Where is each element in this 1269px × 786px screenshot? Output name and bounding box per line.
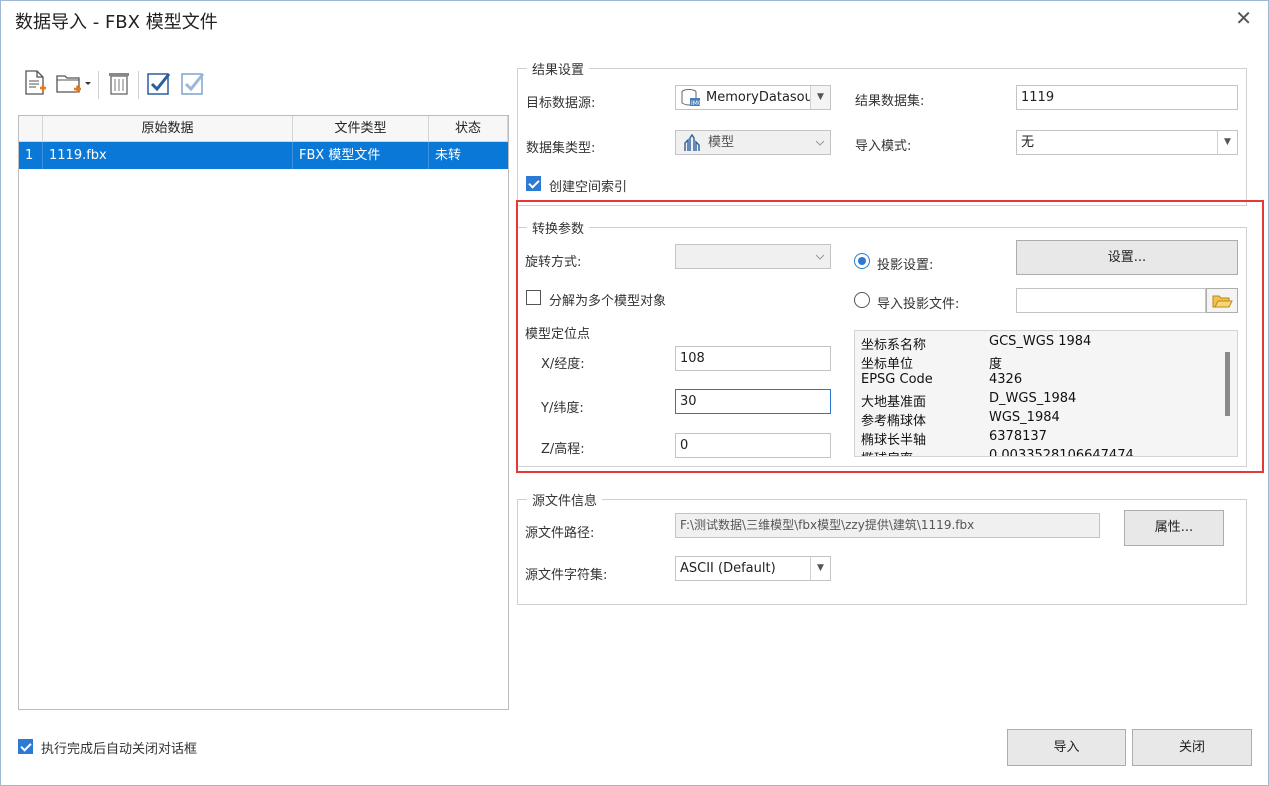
delete-icon[interactable]	[105, 69, 133, 97]
row-source: 1119.fbx	[43, 142, 293, 169]
close-icon[interactable]: ✕	[1235, 7, 1252, 29]
close-button[interactable]: 关闭	[1132, 729, 1252, 766]
model-icon	[683, 133, 701, 154]
invert-select-icon[interactable]	[179, 69, 207, 97]
table-row[interactable]: 1 1119.fbx FBX 模型文件 未转	[19, 142, 508, 169]
row-index: 1	[19, 142, 43, 169]
toolbar-separator	[138, 71, 139, 99]
import-dialog: 数据导入 - FBX 模型文件 ✕ 原始数据 文件类型 状态 1 1119.fb…	[0, 0, 1269, 786]
spatial-index-label[interactable]: 创建空间索引	[549, 176, 627, 195]
column-header-type[interactable]: 文件类型	[293, 116, 429, 142]
select-all-icon[interactable]	[145, 69, 173, 97]
result-dataset-input[interactable]: 1119	[1016, 85, 1238, 110]
import-button[interactable]: 导入	[1007, 729, 1126, 766]
charset-value: ASCII (Default)	[680, 561, 776, 576]
dataset-type-value: 模型	[708, 135, 735, 150]
add-file-icon[interactable]	[22, 69, 50, 97]
auto-close-label[interactable]: 执行完成后自动关闭对话框	[41, 738, 197, 757]
target-source-label: 目标数据源:	[526, 96, 596, 111]
datasource-icon: IMG	[681, 89, 703, 109]
charset-label: 源文件字符集:	[525, 568, 608, 583]
target-source-value: MemoryDatasou	[706, 90, 813, 105]
auto-close-checkbox[interactable]	[18, 739, 33, 754]
source-path-label: 源文件路径:	[525, 526, 595, 541]
spatial-index-checkbox[interactable]	[526, 176, 541, 191]
row-status: 未转	[435, 148, 462, 163]
chevron-down-icon[interactable]	[810, 131, 830, 154]
dataset-type-label: 数据集类型:	[526, 141, 596, 156]
result-dataset-label: 结果数据集:	[855, 94, 925, 109]
svg-text:IMG: IMG	[691, 100, 701, 107]
target-source-combo[interactable]: IMG MemoryDatasou ▼	[675, 85, 831, 110]
properties-button[interactable]: 属性...	[1124, 510, 1224, 546]
result-settings-title: 结果设置	[527, 59, 590, 78]
add-folder-icon[interactable]	[54, 69, 94, 97]
source-path-input[interactable]: F:\测试数据\三维模型\fbx模型\zzy提供\建筑\1119.fbx	[675, 513, 1100, 538]
column-header-index	[19, 116, 43, 142]
column-header-status[interactable]: 状态	[429, 116, 508, 142]
column-header-source[interactable]: 原始数据	[43, 116, 293, 142]
highlight-box	[516, 200, 1264, 473]
import-mode-label: 导入模式:	[855, 139, 912, 154]
chevron-down-icon[interactable]: ▼	[810, 557, 830, 580]
window-title: 数据导入 - FBX 模型文件	[15, 12, 218, 33]
charset-combo[interactable]: ASCII (Default) ▼	[675, 556, 831, 581]
chevron-down-icon[interactable]: ▼	[810, 86, 830, 109]
toolbar-separator	[98, 71, 99, 99]
title-bar: 数据导入 - FBX 模型文件 ✕	[1, 1, 1268, 39]
import-mode-combo[interactable]: 无 ▼	[1016, 130, 1238, 155]
import-mode-value: 无	[1021, 135, 1035, 150]
source-info-title: 源文件信息	[527, 490, 603, 509]
file-table[interactable]: 原始数据 文件类型 状态 1 1119.fbx FBX 模型文件 未转	[18, 115, 509, 710]
file-toolbar	[18, 63, 508, 107]
row-type: FBX 模型文件	[293, 142, 429, 169]
chevron-down-icon[interactable]: ▼	[1217, 131, 1237, 154]
dataset-type-combo[interactable]: 模型	[675, 130, 831, 155]
